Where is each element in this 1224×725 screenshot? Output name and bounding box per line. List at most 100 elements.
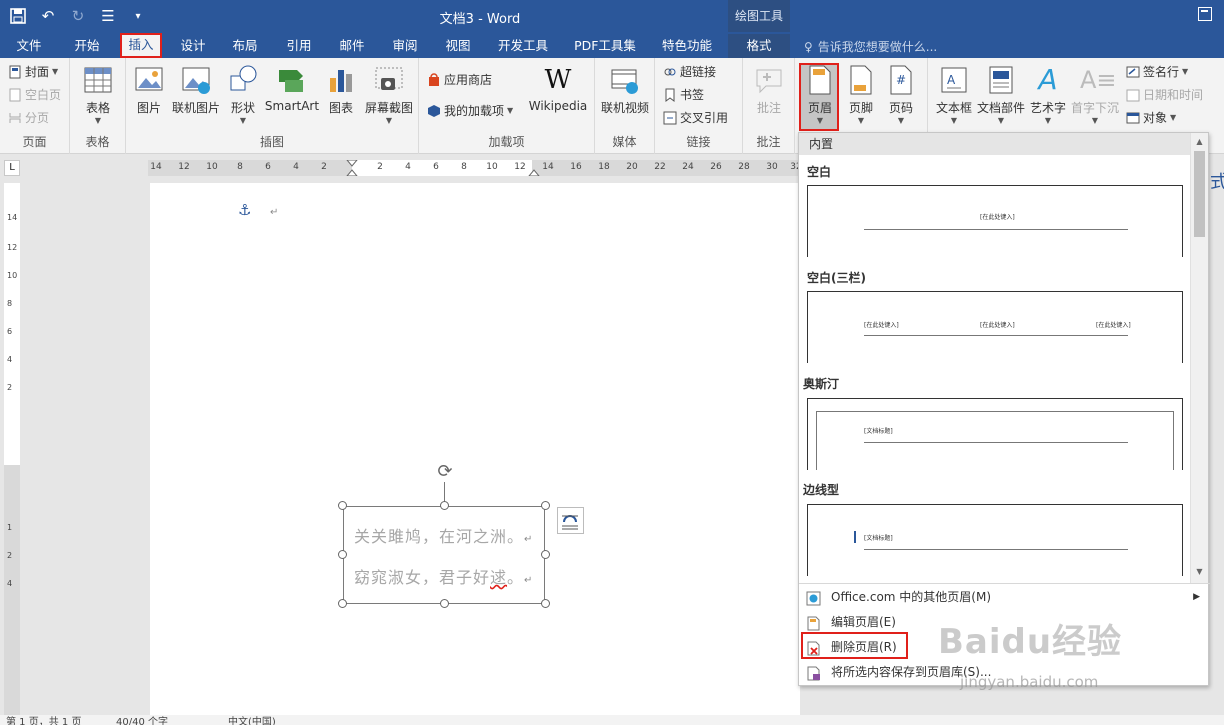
signature-line-button[interactable]: 签名行 ▼ xyxy=(1126,62,1188,82)
resize-handle-s[interactable] xyxy=(440,599,449,608)
resize-handle-w[interactable] xyxy=(338,550,347,559)
menu-more-headers-office[interactable]: Office.com 中的其他页眉(M) ▶ xyxy=(799,585,1210,609)
anchor-icon[interactable]: ⚓ xyxy=(238,201,251,219)
tab-design[interactable]: 设计 xyxy=(172,34,214,58)
tab-view[interactable]: 视图 xyxy=(437,34,479,58)
status-bar: 第 1 页，共 1 页 40/40 个字 中文(中国) xyxy=(0,715,1224,725)
tab-references[interactable]: 引用 xyxy=(278,34,320,58)
group-label-comments: 批注 xyxy=(756,135,781,149)
smartart-icon xyxy=(277,64,307,96)
ruler-tick-label: 6 xyxy=(265,162,271,172)
header-preset-austin[interactable]: [文档标题] xyxy=(807,398,1183,470)
selected-textbox[interactable]: 关关雎鸠，在河之洲。↵ 窈窕淑女，君子好逑。↵ xyxy=(343,506,545,604)
gallery-scrollbar[interactable]: ▲ ▼ xyxy=(1190,133,1208,583)
tab-pdf-tools[interactable]: PDF工具集 xyxy=(570,34,640,58)
cross-reference-button[interactable]: 交叉引用 xyxy=(663,108,728,128)
resize-handle-e[interactable] xyxy=(541,550,550,559)
shapes-button[interactable]: 形状 ▼ xyxy=(226,64,260,125)
my-addins-icon xyxy=(427,104,441,118)
baidu-watermark-url: jingyan.baidu.com xyxy=(960,673,1099,691)
resize-handle-se[interactable] xyxy=(541,599,550,608)
dropcap-button[interactable]: A≡ 首字下沉 ▼ xyxy=(1070,64,1120,125)
tab-file[interactable]: 文件 xyxy=(8,34,50,58)
lightbulb-icon: ♀ xyxy=(804,39,813,54)
picture-button[interactable]: 图片 xyxy=(132,64,166,116)
screenshot-button[interactable]: 屏幕截图 ▼ xyxy=(362,64,416,125)
footer-button[interactable]: 页脚 ▼ xyxy=(843,64,879,125)
new-comment-button[interactable]: 批注 xyxy=(749,64,789,116)
scroll-down-icon[interactable]: ▼ xyxy=(1191,565,1208,579)
hyperlink-button[interactable]: 超链接 xyxy=(663,62,716,82)
scroll-up-icon[interactable]: ▲ xyxy=(1191,135,1208,149)
vertical-ruler[interactable]: 14 12 10 8 6 4 2 1 2 4 xyxy=(4,183,20,723)
store-label: 应用商店 xyxy=(444,73,493,87)
tab-insert[interactable]: 插入 xyxy=(120,33,162,58)
tab-selector[interactable]: L xyxy=(4,160,20,176)
resize-handle-ne[interactable] xyxy=(541,501,550,510)
online-picture-button[interactable]: 联机图片 xyxy=(170,64,222,116)
page-number-button[interactable]: # 页码 ▼ xyxy=(883,64,919,125)
page-break-button[interactable]: 分页 xyxy=(8,108,49,128)
group-addins: 应用商店 我的加载项 ▼ W Wikipedia 加载项 xyxy=(419,58,595,154)
my-addins-button[interactable]: 我的加载项 ▼ xyxy=(427,101,513,121)
wikipedia-button[interactable]: W Wikipedia xyxy=(527,64,589,113)
right-indent-marker[interactable] xyxy=(528,168,540,176)
horizontal-ruler[interactable]: 14 12 10 8 6 4 2 2 4 6 8 10 12 14 16 18 … xyxy=(148,160,802,176)
restore-window-icon[interactable] xyxy=(1198,7,1212,21)
placeholder-text: [在此处键入] xyxy=(980,322,1015,329)
gallery-item-title: 边线型 xyxy=(803,483,840,497)
header-preset-blank-three-column[interactable]: [在此处键入] [在此处键入] [在此处键入] xyxy=(807,291,1183,363)
spelling-error-word[interactable]: 逑 xyxy=(490,568,507,587)
date-time-label: 日期和时间 xyxy=(1143,88,1204,102)
caret-icon: ▼ xyxy=(997,116,1005,125)
rotate-handle-icon[interactable]: ⟳ xyxy=(434,461,456,483)
resize-handle-nw[interactable] xyxy=(338,501,347,510)
textbox-line-2[interactable]: 窈窕淑女，君子好逑。↵ xyxy=(354,564,533,588)
quick-parts-button[interactable]: 文档部件 ▼ xyxy=(976,64,1026,125)
resize-handle-n[interactable] xyxy=(440,501,449,510)
chart-button[interactable]: 图表 xyxy=(324,64,358,116)
ruler-tick-label: 2 xyxy=(321,162,327,172)
date-time-button[interactable]: 日期和时间 xyxy=(1126,85,1203,105)
indent-marker[interactable] xyxy=(346,160,358,176)
blank-page-button[interactable]: 空白页 xyxy=(8,85,61,105)
status-page[interactable]: 第 1 页，共 1 页 xyxy=(6,715,81,725)
tab-home[interactable]: 开始 xyxy=(66,34,108,58)
textbox-line-1[interactable]: 关关雎鸠，在河之洲。↵ xyxy=(354,523,533,547)
layout-options-icon[interactable] xyxy=(557,507,584,534)
tab-special[interactable]: 特色功能 xyxy=(656,34,718,58)
paragraph-mark: ↵ xyxy=(524,534,534,545)
object-button[interactable]: 对象 ▼ xyxy=(1126,108,1176,128)
store-button[interactable]: 应用商店 xyxy=(427,70,492,90)
save-to-gallery-icon xyxy=(806,665,821,681)
online-video-button[interactable]: 联机视频 xyxy=(599,64,651,116)
bookmark-button[interactable]: 书签 xyxy=(663,85,704,105)
remove-header-highlight xyxy=(801,632,908,659)
tab-format[interactable]: 格式 xyxy=(728,34,790,58)
page-number-icon: # xyxy=(886,64,916,96)
tell-me-box[interactable]: ♀ 告诉我您想要做什么... xyxy=(804,38,937,55)
tab-developer[interactable]: 开发工具 xyxy=(492,34,554,58)
resize-handle-sw[interactable] xyxy=(338,599,347,608)
table-label: 表格 xyxy=(85,101,110,115)
header-preset-blank[interactable]: [在此处键入] xyxy=(807,185,1183,257)
status-language[interactable]: 中文(中国) xyxy=(228,715,276,725)
wordart-button[interactable]: A 艺术字 ▼ xyxy=(1028,64,1068,126)
object-label: 对象 xyxy=(1143,111,1168,125)
scrollbar-thumb[interactable] xyxy=(1194,151,1205,237)
cover-label: 封面 xyxy=(25,65,50,79)
header-preset-sideline[interactable]: [文档标题] xyxy=(807,504,1183,576)
tab-layout[interactable]: 布局 xyxy=(224,34,266,58)
table-button[interactable]: 表格 ▼ xyxy=(80,64,116,125)
tab-mailings[interactable]: 邮件 xyxy=(331,34,373,58)
bookmark-icon xyxy=(663,88,677,102)
cover-button[interactable]: 封面 ▼ xyxy=(8,62,58,82)
document-page[interactable]: ⚓ ↵ xyxy=(150,183,800,723)
tab-review[interactable]: 审阅 xyxy=(384,34,426,58)
menu-item-label: 编辑页眉(E) xyxy=(831,615,896,629)
footer-icon xyxy=(846,64,876,96)
status-words[interactable]: 40/40 个字 xyxy=(116,715,168,725)
smartart-button[interactable]: SmartArt xyxy=(264,64,320,113)
textbox-button[interactable]: A 文本框 ▼ xyxy=(934,64,974,125)
svg-text:A: A xyxy=(947,73,956,87)
